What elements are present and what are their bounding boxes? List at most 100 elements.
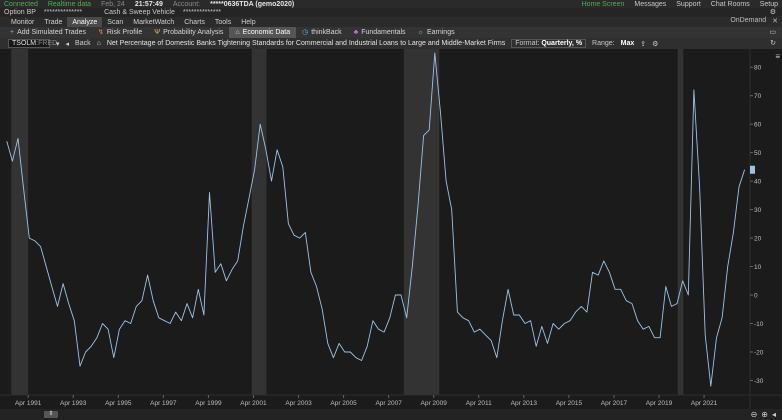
chart-toolbar: TSOLM:FRED ▾ ◂ Back ⌂ Net Percentage of … bbox=[0, 38, 782, 49]
sub-tab-label: Risk Profile bbox=[106, 29, 143, 36]
sub-tab-probability-analysis[interactable]: Ψ Probability Analysis bbox=[148, 27, 229, 38]
account-bar: Option BP ************** Cash & Sweep Ve… bbox=[0, 8, 782, 17]
back-arrow-icon[interactable]: ◂ bbox=[66, 40, 70, 48]
account-selector[interactable]: *****0636TDA (gemo2020) bbox=[210, 1, 294, 8]
dropdown-icon[interactable]: ▾ bbox=[56, 40, 60, 48]
y-tick-label: 60 bbox=[754, 122, 762, 129]
x-tick-label: Apr 1993 bbox=[60, 400, 87, 407]
support-link[interactable]: Support bbox=[676, 1, 701, 8]
close-icon[interactable]: ✕ bbox=[772, 17, 778, 25]
home-icon[interactable]: ⌂ bbox=[97, 40, 101, 47]
status-bar: Connected Realtime data Feb, 24 21:57:49… bbox=[0, 0, 782, 8]
y-tick-label: 0 bbox=[754, 293, 758, 300]
x-tick-label: Apr 2015 bbox=[556, 400, 583, 407]
tab-marketwatch[interactable]: MarketWatch bbox=[128, 17, 179, 27]
format-selector[interactable]: Format: Quarterly, % bbox=[511, 39, 587, 48]
tab-trade[interactable]: Trade bbox=[39, 17, 67, 27]
recession-band bbox=[11, 49, 29, 395]
y-tick-label: 20 bbox=[754, 236, 762, 243]
settings-icon[interactable]: ⚙ bbox=[652, 40, 658, 48]
x-tick-label: Apr 2011 bbox=[466, 400, 492, 407]
x-tick-label: Apr 1995 bbox=[105, 400, 132, 407]
y-tick-label: 40 bbox=[754, 179, 762, 186]
status-links: Home Screen Messages Support Chat Rooms … bbox=[582, 0, 778, 8]
sub-tab-label: Economic Data bbox=[242, 29, 291, 36]
sub-tab-fundamentals[interactable]: ♣ Fundamentals bbox=[348, 27, 412, 38]
x-tick-label: Apr 2017 bbox=[601, 400, 628, 407]
sub-tab-label: Add Simulated Trades bbox=[17, 29, 86, 36]
x-tick-label: Apr 2021 bbox=[691, 400, 718, 407]
y-tick-label: -10 bbox=[754, 321, 764, 328]
sub-tab-label: Probability Analysis bbox=[163, 29, 224, 36]
x-tick-label: Apr 1991 bbox=[15, 400, 42, 407]
y-tick-label: 30 bbox=[754, 207, 762, 214]
bottom-scroll-bar: ⇕ ⊖ ⊕ ◂ bbox=[0, 409, 782, 420]
menu-icon[interactable]: ≡ bbox=[775, 52, 780, 61]
sub-tab-label: Earnings bbox=[426, 29, 455, 36]
x-tick-label: Apr 2007 bbox=[375, 400, 402, 407]
recession-band bbox=[251, 49, 267, 395]
zoom-in-icon[interactable]: ⊕ bbox=[761, 410, 768, 419]
fundamentals-icon: ♣ bbox=[353, 29, 359, 36]
scroll-left-icon[interactable]: ◂ bbox=[772, 410, 776, 419]
chart-title: Net Percentage of Domestic Banks Tighten… bbox=[106, 40, 506, 47]
zoom-controls: ⊖ ⊕ ◂ bbox=[751, 410, 776, 419]
bulb-icon: ☼ bbox=[417, 29, 424, 36]
scroll-handle[interactable]: ⇕ bbox=[44, 411, 58, 418]
y-tick-label: 50 bbox=[754, 150, 762, 157]
sub-tab-add-simulated-trades[interactable]: + Add Simulated Trades bbox=[4, 27, 92, 38]
range-label: Range: bbox=[592, 40, 615, 47]
option-bp-label: Option BP bbox=[4, 9, 36, 16]
chart-side-tools: ≡ bbox=[775, 52, 780, 61]
last-value-marker bbox=[750, 165, 755, 174]
gear-icon[interactable]: ⚙ bbox=[770, 8, 776, 16]
format-value: Quarterly, % bbox=[541, 40, 583, 47]
window-icon[interactable]: ▭ bbox=[769, 28, 776, 36]
cash-label: Cash & Sweep Vehicle bbox=[104, 9, 175, 16]
x-tick-label: Apr 2019 bbox=[646, 400, 673, 407]
main-tabs-tools: OnDemand ✕ bbox=[730, 17, 778, 25]
analyze-sub-tabs: + Add Simulated Trades ↯ Risk Profile Ψ Proba… bbox=[0, 27, 782, 38]
symbol-input[interactable]: TSOLM:FRED bbox=[8, 39, 57, 48]
tab-charts[interactable]: Charts bbox=[179, 17, 210, 27]
sub-tab-risk-profile[interactable]: ↯ Risk Profile bbox=[92, 27, 148, 38]
messages-link[interactable]: Messages bbox=[634, 1, 666, 8]
symbol-suffix: :FRED bbox=[36, 40, 58, 47]
account-label: Account: bbox=[172, 0, 201, 8]
sub-tab-earnings[interactable]: ☼ Earnings bbox=[412, 27, 461, 38]
recession-band bbox=[677, 49, 684, 395]
plus-icon: + bbox=[10, 29, 15, 36]
chart-area[interactable]: 80 70 60 50 40 30 20 10 0 -10 -20 -30 Apr 1991 Apr 19… bbox=[0, 49, 782, 409]
tab-scan[interactable]: Scan bbox=[102, 17, 128, 27]
x-tick-label: Apr 2003 bbox=[285, 400, 312, 407]
bank-icon: ⌂ bbox=[235, 29, 240, 36]
tab-monitor[interactable]: Monitor bbox=[6, 17, 39, 27]
recession-band bbox=[403, 49, 440, 395]
sub-tab-economic-data[interactable]: ⌂ Economic Data bbox=[229, 27, 297, 38]
range-selector[interactable]: Max bbox=[621, 40, 635, 47]
setup-link[interactable]: Setup bbox=[760, 1, 778, 8]
symbol-value: TSOLM bbox=[12, 40, 37, 47]
zoom-out-icon[interactable]: ⊖ bbox=[751, 410, 758, 419]
tab-analyze[interactable]: Analyze bbox=[67, 17, 103, 27]
option-bp-value: ************** bbox=[43, 9, 83, 16]
tab-tools[interactable]: Tools bbox=[210, 17, 236, 27]
sub-tab-thinkback[interactable]: ◷ thinkBack bbox=[296, 27, 347, 38]
main-tabs: Monitor Trade Analyze Scan MarketWatch Charts… bbox=[0, 17, 782, 27]
y-tick-label: -20 bbox=[754, 349, 764, 356]
chart-icon: ↯ bbox=[97, 29, 104, 36]
tab-help[interactable]: Help bbox=[236, 17, 260, 27]
format-label: Format: bbox=[515, 40, 540, 47]
connection-status: Connected bbox=[4, 0, 38, 8]
home-screen-link[interactable]: Home Screen bbox=[582, 1, 625, 8]
chat-rooms-link[interactable]: Chat Rooms bbox=[711, 1, 750, 8]
cash-value: ************** bbox=[182, 9, 222, 16]
economic-data-chart[interactable]: 80 70 60 50 40 30 20 10 0 -10 -20 -30 Apr 1991 Apr 19… bbox=[0, 49, 782, 409]
share-icon[interactable]: ⇪ bbox=[640, 40, 646, 48]
y-tick-label: 80 bbox=[754, 65, 762, 72]
back-button[interactable]: Back bbox=[75, 40, 91, 47]
status-time: 21:57:49 bbox=[134, 0, 163, 8]
refresh-icon[interactable]: ↻ bbox=[770, 39, 776, 47]
on-demand-button[interactable]: OnDemand bbox=[730, 17, 766, 25]
sub-tab-label: thinkBack bbox=[311, 29, 342, 36]
